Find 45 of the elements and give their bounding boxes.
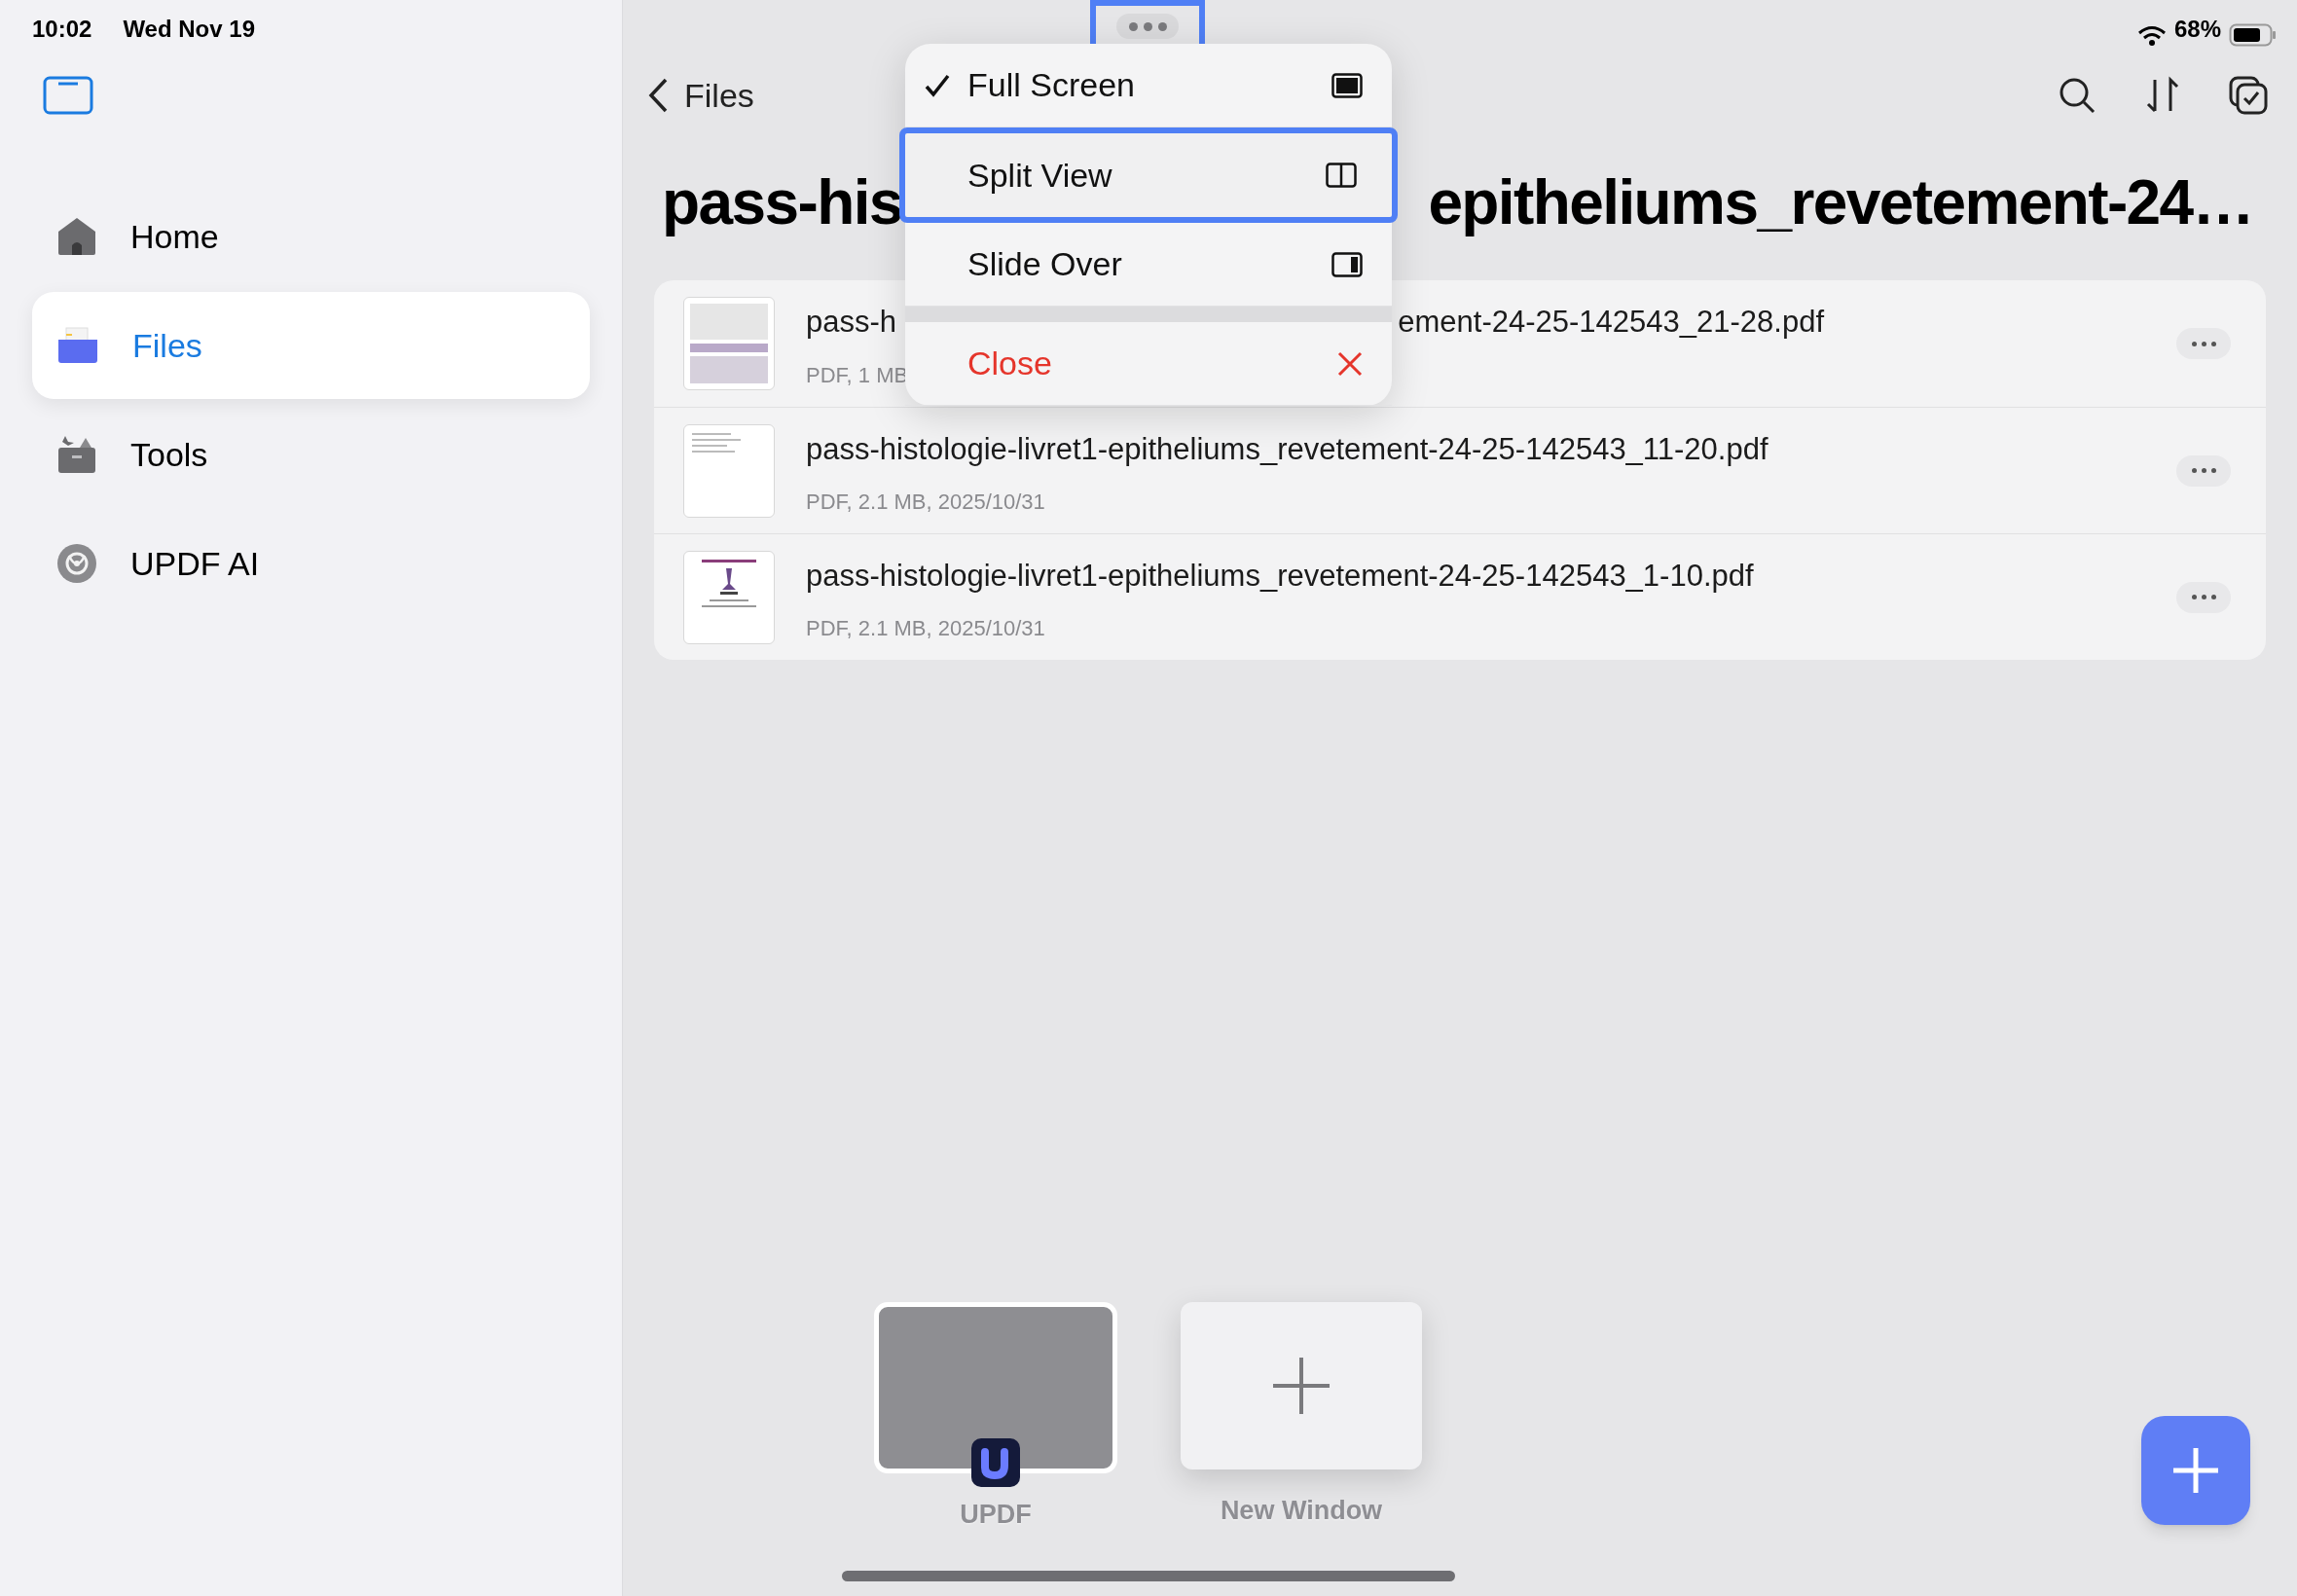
file-details: PDF, 2.1 MB, 2025/10/31 <box>806 489 1045 517</box>
ai-swirl-icon <box>56 543 97 584</box>
file-name[interactable]: pass-histologie-livret1-epitheliums_revetement-24-25-142543_1-10.pdf <box>806 553 1754 599</box>
wifi-icon <box>2136 25 2167 47</box>
house-icon <box>56 216 97 257</box>
search-icon[interactable] <box>2058 76 2096 115</box>
file-name[interactable]: ement-24-25-142543_21-28.pdf <box>1398 300 1824 345</box>
folder-title: epitheliums_revetement-24… <box>1428 166 2253 239</box>
full-screen-icon <box>1331 72 1363 98</box>
app-icon <box>971 1438 1020 1487</box>
more-button[interactable] <box>2176 581 2231 613</box>
close-icon <box>1337 350 1363 377</box>
back-button[interactable]: Files <box>647 70 754 121</box>
sidebar-item[interactable]: Home <box>32 183 590 290</box>
more-button[interactable] <box>2176 454 2231 487</box>
status-time: 10:02 <box>32 15 92 44</box>
more-button[interactable] <box>2176 328 2231 359</box>
plus-icon <box>2171 1446 2220 1495</box>
add-button[interactable] <box>2141 1416 2250 1525</box>
plus-icon <box>1273 1358 1330 1414</box>
shelf-label: UPDF <box>960 1499 1032 1531</box>
file-name[interactable]: pass-histologie-livret1-epitheliums_revetement-24-25-142543_11-20.pdf <box>806 426 1768 473</box>
new-window-tile[interactable] <box>1181 1302 1422 1469</box>
file-name[interactable]: pass-h <box>806 300 897 345</box>
file-details: PDF, 2.1 MB, 2025/10/31 <box>806 615 1045 643</box>
sidebar-toggle-icon[interactable] <box>43 76 93 115</box>
battery-percent: 68% <box>2173 15 2221 44</box>
toolbox-icon <box>56 434 97 475</box>
sort-icon[interactable] <box>2145 76 2180 115</box>
checkmark-icon <box>925 73 950 97</box>
select-checkbox-icon[interactable] <box>2229 76 2268 115</box>
split-view-icon <box>1326 163 1357 188</box>
status-date: Wed Nov 19 <box>123 15 255 44</box>
slide-over-icon <box>1331 251 1363 277</box>
folder-title: pass-his <box>662 166 902 239</box>
chevron-left-icon <box>647 77 669 114</box>
menu-item[interactable]: Close <box>905 322 1392 406</box>
shelf-label: New Window <box>1220 1495 1383 1527</box>
sidebar-item[interactable]: Files <box>32 292 590 399</box>
sidebar-item[interactable]: Tools <box>32 401 590 508</box>
menu-item[interactable]: Split View <box>899 127 1398 223</box>
window-thumbnail[interactable] <box>874 1302 1117 1473</box>
battery-icon <box>2229 23 2278 47</box>
folder-icon <box>56 326 99 365</box>
sidebar-item[interactable]: UPDF AI <box>32 510 590 617</box>
